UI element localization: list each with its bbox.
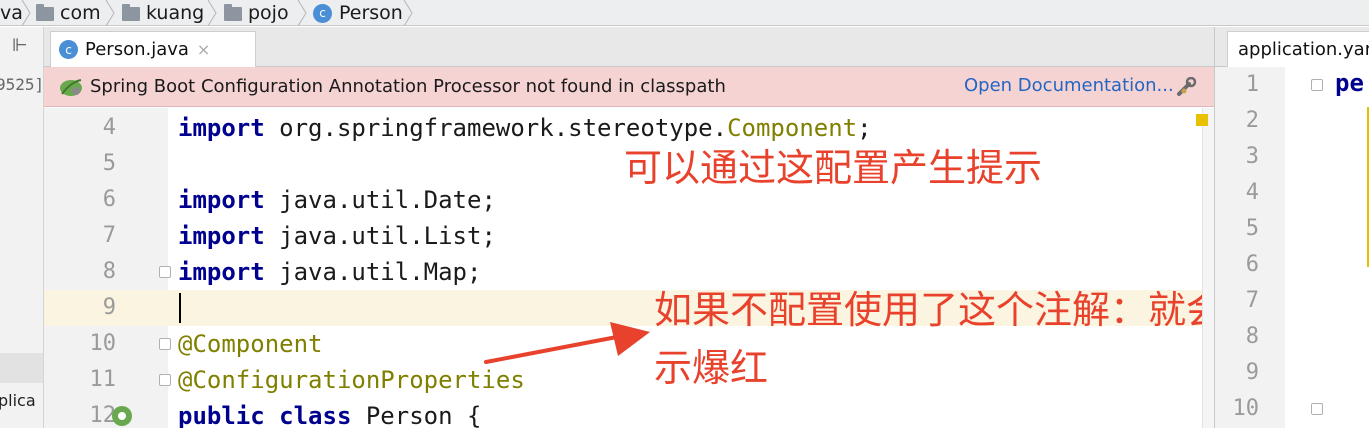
partial-panel — [0, 353, 43, 383]
code-line: import org.springframework.stereotype.Co… — [178, 110, 872, 146]
tab-application-yaml[interactable]: application.yaml — [1227, 31, 1369, 67]
fold-marker-icon[interactable] — [1311, 79, 1323, 91]
annotation-note-warning-line1: 如果不配置使用了这个注解：就会提 — [654, 288, 1214, 332]
class-name: Component — [727, 114, 858, 142]
keyword: import — [178, 258, 265, 286]
annotation-note-hint: 可以通过这配置产生提示 — [624, 146, 1043, 190]
line-number: 9 — [102, 295, 116, 320]
code-text: java.util.Map; — [264, 258, 482, 286]
line-number: 9 — [1245, 360, 1259, 385]
left-tool-window: ⊩ 9525] plica — [0, 27, 44, 428]
code-text: org.springframework.stereotype. — [264, 114, 728, 142]
line-number: 8 — [102, 259, 116, 284]
code-text: java.util.Date; — [264, 186, 496, 214]
pin-icon[interactable]: ⊩ — [12, 35, 28, 56]
line-number: 4 — [102, 115, 116, 140]
line-number: 7 — [102, 223, 116, 248]
spring-bean-icon[interactable] — [110, 404, 134, 428]
class-icon: c — [59, 40, 78, 59]
code-fragment: pe — [1335, 69, 1364, 97]
line-number: 6 — [102, 187, 116, 212]
code-line: import java.util.Map; — [178, 254, 481, 290]
breadcrumb-item-pojo[interactable]: pojo — [224, 0, 289, 26]
wrench-icon[interactable] — [1176, 77, 1198, 97]
code-text: ; — [857, 114, 872, 142]
line-number: 1 — [1245, 72, 1259, 97]
warning-banner: Spring Boot Configuration Annotation Pro… — [44, 67, 1214, 107]
line-number: 3 — [1245, 144, 1259, 169]
line-number: 10 — [89, 331, 117, 356]
code-text: java.util.List; — [264, 222, 496, 250]
text-caret — [179, 293, 181, 323]
editor-tab-bar: c Person.java × — [44, 27, 1214, 67]
code-line: import java.util.Date; — [178, 182, 496, 218]
breadcrumb-item-kuang[interactable]: kuang — [122, 0, 204, 26]
code-editor[interactable]: 4 5 6 7 8 9 10 11 12 import org.springfr… — [44, 108, 1214, 428]
tab-label: application.yaml — [1238, 39, 1369, 60]
fold-marker-icon[interactable] — [1311, 403, 1323, 415]
red-arrow-icon — [484, 322, 650, 364]
folder-icon — [224, 4, 242, 21]
keyword: public class — [178, 402, 352, 428]
partial-text: 9525] — [0, 75, 44, 94]
breadcrumb-separator-icon — [403, 0, 413, 26]
breadcrumb-separator-icon — [105, 0, 115, 26]
fold-marker-icon[interactable] — [159, 266, 171, 278]
line-number: 7 — [1245, 288, 1259, 313]
line-number: 2 — [1245, 108, 1259, 133]
keyword: import — [178, 114, 265, 142]
close-icon[interactable]: × — [197, 40, 210, 59]
breadcrumb-item-person[interactable]: c Person — [313, 0, 403, 26]
folder-icon — [122, 4, 140, 21]
annotation: @ConfigurationProperties — [178, 366, 525, 394]
code-line: import java.util.List; — [178, 218, 496, 254]
keyword: import — [178, 186, 265, 214]
class-icon: c — [313, 3, 332, 23]
line-number: 11 — [89, 367, 117, 392]
keyword: import — [178, 222, 265, 250]
spring-leaf-icon — [60, 79, 82, 96]
breadcrumb-label: pojo — [248, 2, 289, 24]
fold-marker-icon[interactable] — [159, 338, 171, 350]
line-number: 10 — [1232, 396, 1260, 421]
line-number: 8 — [1245, 324, 1259, 349]
tab-person-java[interactable]: c Person.java × — [50, 31, 256, 67]
breadcrumb: va com kuang pojo c Person — [0, 0, 1369, 26]
tab-label: Person.java — [85, 39, 189, 60]
breadcrumb-label: kuang — [146, 2, 205, 24]
breadcrumb-label: Person — [339, 2, 403, 24]
code-line: @Component — [178, 326, 323, 362]
line-number: 4 — [1245, 180, 1259, 205]
annotation-note-warning-line2: 示爆红 — [654, 346, 769, 390]
right-editor-pane[interactable]: application.yaml 1 2 3 4 5 6 7 8 9 10 pe — [1214, 27, 1369, 428]
breadcrumb-separator-icon — [207, 0, 217, 26]
code-text: Person { — [351, 402, 482, 428]
code-line: public class Person { — [178, 398, 481, 428]
code-line: @ConfigurationProperties — [178, 362, 525, 398]
partial-tab-label[interactable]: plica — [0, 391, 36, 410]
folder-icon — [36, 4, 54, 21]
line-number: 6 — [1245, 252, 1259, 277]
warning-marker-icon[interactable] — [1196, 114, 1208, 126]
breadcrumb-separator-icon — [297, 0, 307, 26]
breadcrumb-item-com[interactable]: com — [36, 0, 101, 26]
open-documentation-link[interactable]: Open Documentation... — [964, 75, 1174, 96]
line-number: 5 — [102, 151, 116, 176]
annotation: @Component — [178, 330, 323, 358]
breadcrumb-label: com — [60, 2, 101, 24]
vertical-scrollbar[interactable] — [1202, 108, 1214, 428]
line-number: 12 — [89, 403, 117, 428]
line-number: 5 — [1245, 216, 1259, 241]
fold-marker-icon[interactable] — [159, 374, 171, 386]
banner-message: Spring Boot Configuration Annotation Pro… — [90, 76, 726, 97]
breadcrumb-separator-icon — [21, 0, 31, 26]
right-tab-bar: application.yaml — [1215, 27, 1369, 67]
